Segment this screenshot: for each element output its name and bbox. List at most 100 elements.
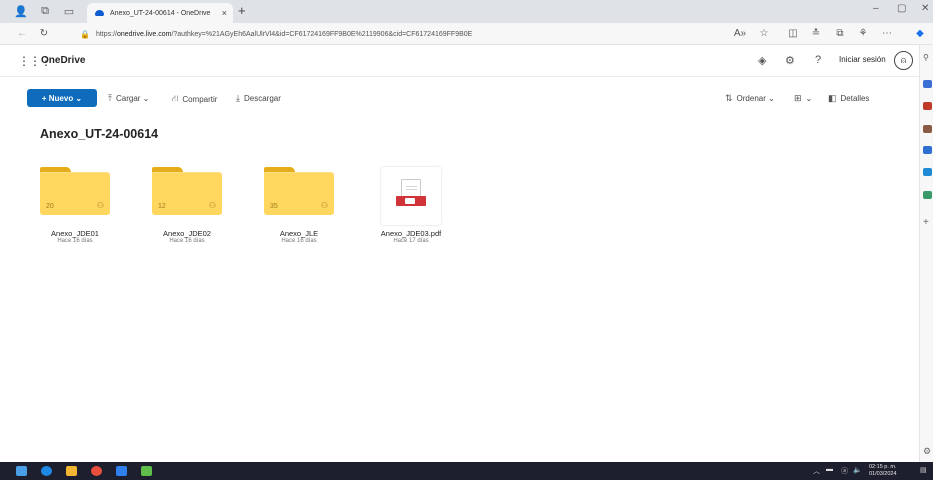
sidebar-games-icon[interactable] [923,146,932,154]
premium-diamond-icon[interactable]: ◈ [758,54,766,67]
browser-window: 👤 ⧉ ▭ Anexo_UT-24-00614 - OneDrive × + –… [0,0,933,462]
back-icon[interactable]: ← [15,28,29,39]
read-aloud-icon[interactable]: A» [733,28,747,39]
address-bar-row: ← ↻ 🔒 https://onedrive.live.com/?authkey… [0,23,933,45]
download-label: Descargar [243,94,281,103]
start-windows-icon[interactable] [16,466,27,476]
details-button[interactable]: ◧ Detalles [828,93,869,104]
item-name[interactable]: Anexo_JDE02 [152,229,222,238]
minimize-button[interactable]: – [873,3,879,14]
address-input[interactable]: 🔒 https://onedrive.live.com/?authkey=%21… [80,27,720,42]
taskbar-explorer-icon[interactable] [66,466,77,476]
item-modified: Hace 16 días [169,238,205,244]
folder-tile[interactable]: 20 ⚇ Anexo_JDE01 Hace 16 días [40,167,110,257]
favorite-star-icon[interactable]: ☆ [757,28,771,39]
shared-people-icon: ⚇ [208,201,216,210]
share-label: Compartir [182,94,218,104]
folder-tile[interactable]: 35 ⚇ Anexo_JLE Hace 16 días [264,167,334,257]
edge-sidebar: ⚲ + [919,45,933,462]
extensions-icon[interactable]: ⚘ [856,28,870,39]
clock-date: 01/03/2024 [869,471,897,477]
new-tab-button[interactable]: + [238,3,246,18]
close-window-button[interactable]: ✕ [921,3,929,14]
folder-icon: 35 ⚇ [264,167,334,215]
taskbar-chrome-icon[interactable] [91,466,102,476]
folder-tile[interactable]: 12 ⚇ Anexo_JDE02 Hace 16 días [152,167,222,257]
pdf-file-icon [381,167,441,225]
onedrive-cloud-icon [93,9,105,17]
copilot-icon[interactable]: ◆ [913,28,927,39]
download-icon: ⤓ [236,93,240,103]
taskbar-clock[interactable]: 02:15 p. m. 01/03/2024 [869,464,897,478]
details-label: Detalles [840,94,870,103]
sort-button[interactable]: ⇅ Ordenar ⌄ [725,93,775,104]
url-domain: onedrive.live.com [116,31,172,38]
app-name[interactable]: OneDrive [41,55,85,66]
workspaces-icon[interactable]: ⧉ [38,4,52,18]
tab-close-button[interactable]: × [222,8,227,18]
shared-people-icon: ⚇ [320,201,328,210]
tab-onedrive[interactable]: Anexo_UT-24-00614 - OneDrive × [87,3,233,23]
upload-icon: ⤒ [108,93,112,103]
tab-title: Anexo_UT-24-00614 - OneDrive [110,9,211,17]
item-name[interactable]: Anexo_JDE01 [40,229,110,238]
sidebar-settings-icon[interactable]: ⚙ [923,446,931,457]
tray-language-icon[interactable]: ⓐ [841,466,848,476]
item-name[interactable]: Anexo_JDE03.pdf [371,229,451,238]
view-label: ⌄ [805,94,813,103]
tray-chevron-icon[interactable]: ︿ [813,466,820,476]
sidebar-outlook-icon[interactable] [923,168,932,176]
sidebar-tools-icon[interactable] [923,125,932,133]
avatar-icon[interactable]: ⍝ [894,51,913,70]
profile-icon[interactable]: 👤 [14,4,28,18]
collections-icon[interactable]: ⧉ [833,28,847,39]
new-button[interactable]: + Nuevo ⌄ [27,89,97,107]
tray-notifications-icon[interactable]: ▤ [920,466,927,474]
download-button[interactable]: ⤓ Descargar [236,93,281,104]
upload-button[interactable]: ⤒ Cargar ⌄ [108,93,149,104]
upload-label: Cargar ⌄ [115,94,150,103]
item-count: 12 [158,203,166,210]
item-modified: Hace 16 días [281,238,317,244]
item-count: 35 [270,203,278,210]
item-count: 20 [46,203,54,210]
tray-volume-icon[interactable]: 🔈 [853,466,862,474]
sidebar-copilot-icon[interactable] [923,80,932,88]
windows-taskbar: ︿ ▬ ⓐ 🔈 02:15 p. m. 01/03/2024 ▤ [0,462,933,480]
clock-time: 02:15 p. m. [869,464,897,470]
taskbar-edge-icon[interactable] [41,466,52,476]
file-tile[interactable]: Anexo_JDE03.pdf Hace 17 días [381,167,441,257]
refresh-icon[interactable]: ↻ [37,28,51,39]
split-screen-icon[interactable]: ◫ [786,28,800,39]
tray-network-icon[interactable]: ▬ [826,466,833,473]
url-prefix: https:// [95,31,117,38]
signin-link[interactable]: Iniciar sesión [839,55,886,64]
shared-people-icon: ⚇ [96,201,104,210]
sidebar-drop-icon[interactable] [923,191,932,199]
onedrive-header: ⋮⋮⋮ OneDrive ◈ ⚙ ? Iniciar sesión ⍝ [0,45,919,77]
share-button[interactable]: ⛙ Compartir [172,93,217,105]
details-pane-icon: ◧ [828,93,837,103]
settings-gear-icon[interactable]: ⚙ [785,54,795,67]
sort-label: Ordenar ⌄ [736,94,775,103]
sidebar-shopping-icon[interactable] [923,102,932,110]
more-options-icon[interactable]: ⋯ [880,28,894,39]
page-title: Anexo_UT-24-00614 [40,127,159,141]
view-options-button[interactable]: ⊞ ⌄ [794,93,812,104]
tab-bar: 👤 ⧉ ▭ Anexo_UT-24-00614 - OneDrive × + –… [0,0,933,23]
help-icon[interactable]: ? [815,54,821,66]
item-modified: Hace 16 días [57,238,93,244]
taskbar-app-icon[interactable] [141,466,152,476]
url-rest: /?authkey=%21AGyEh6AalUlrVl4&id=CF617241… [171,31,473,38]
command-bar: + Nuevo ⌄ ⤒ Cargar ⌄ ⛙ Compartir ⤓ Descarga… [0,80,919,110]
item-modified: Hace 17 días [393,238,429,244]
tab-actions-icon[interactable]: ▭ [62,4,76,18]
sidebar-search-icon[interactable]: ⚲ [923,54,932,62]
favorites-icon[interactable]: ≛ [809,28,823,39]
restore-button[interactable]: ▢ [897,3,906,14]
item-name[interactable]: Anexo_JLE [264,229,334,238]
taskbar-mail-icon[interactable] [116,466,127,476]
sidebar-add-icon[interactable]: + [923,218,932,228]
share-icon: ⛙ [172,93,179,103]
lock-icon[interactable]: 🔒 [80,30,90,39]
